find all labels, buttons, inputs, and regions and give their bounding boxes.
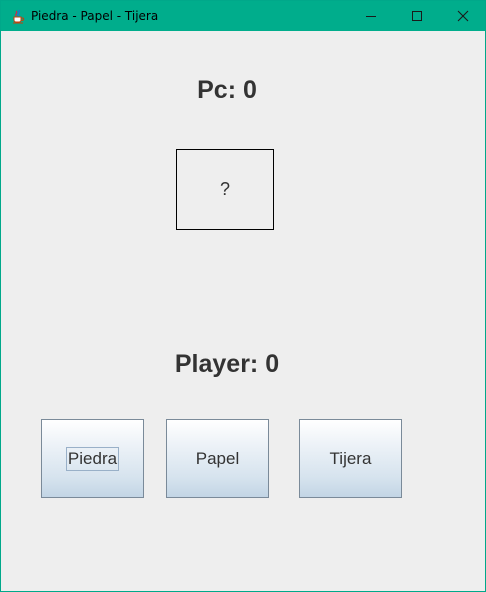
minimize-button[interactable] (348, 1, 394, 31)
tijera-button-label: Tijera (329, 448, 372, 468)
pc-choice-text: ? (219, 179, 230, 199)
window-title: Piedra - Papel - Tijera (31, 9, 159, 23)
minimize-icon (365, 10, 377, 22)
close-button[interactable] (440, 1, 486, 31)
game-panel: Pc: 0 ? Player: 0 Piedra Papel Tijera (1, 31, 485, 591)
papel-button[interactable]: Papel (166, 419, 269, 498)
pc-score-label: Pc: 0 (197, 76, 257, 104)
close-icon (457, 10, 469, 22)
title-bar[interactable]: Piedra - Papel - Tijera (1, 1, 485, 31)
java-cup-icon (10, 8, 26, 24)
player-score-label: Player: 0 (174, 350, 280, 378)
piedra-button-label: Piedra (65, 446, 120, 471)
maximize-icon (411, 10, 423, 22)
pc-choice-box: ? (176, 149, 274, 230)
tijera-button[interactable]: Tijera (299, 419, 402, 498)
maximize-button[interactable] (394, 1, 440, 31)
papel-button-label: Papel (195, 448, 240, 468)
piedra-button[interactable]: Piedra (41, 419, 144, 498)
app-window: Piedra - Papel - Tijera Pc: 0 ? Player: … (0, 0, 486, 592)
